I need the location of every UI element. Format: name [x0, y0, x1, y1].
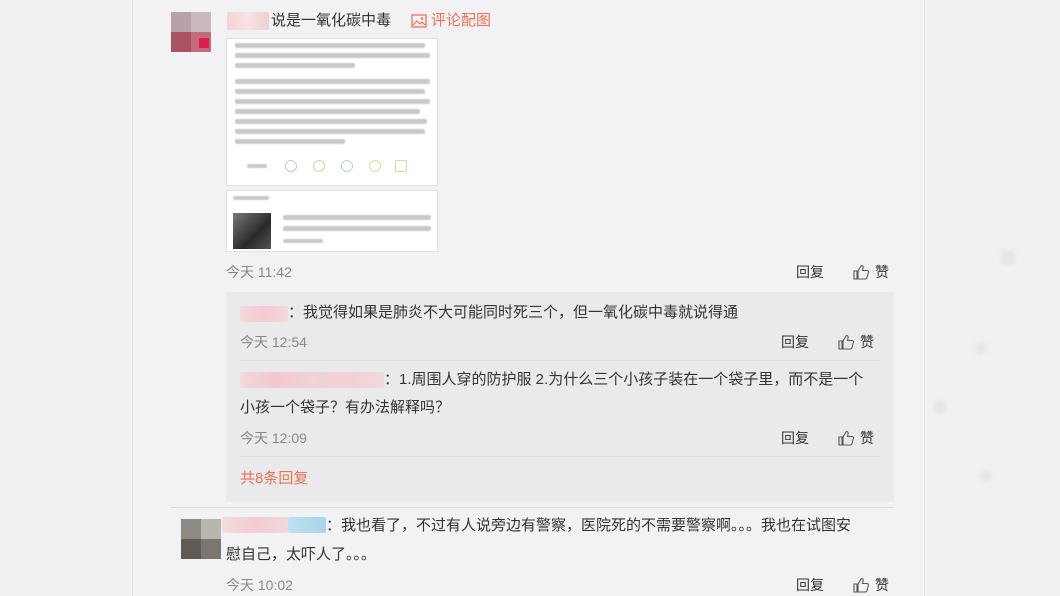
page-background-left: [0, 0, 132, 596]
comment-time: 今天 10:02: [226, 577, 293, 593]
reply-time: 今天 12:54: [240, 334, 307, 350]
reply-button[interactable]: 回复: [781, 428, 809, 448]
related-article-thumbnail: [233, 213, 271, 249]
reply-text: ：我觉得如果是肺炎不大可能同时死三个，但一氧化碳中毒就说得通: [288, 304, 739, 321]
thumbs-up-icon: [853, 265, 870, 280]
like-label: 赞: [875, 264, 889, 280]
username-blurred[interactable]: [240, 372, 384, 388]
reply-button[interactable]: 回复: [796, 262, 824, 282]
thumbs-up-icon: [838, 335, 855, 350]
reply-list: ：我觉得如果是肺炎不大可能同时死三个，但一氧化碳中毒就说得通 今天 12:54 …: [226, 292, 894, 502]
reply-button[interactable]: 回复: [781, 332, 809, 352]
comment-text: ：我也看了，不过有人说旁边有警察，医院死的不需要警察啊。。。我也在试图安: [326, 517, 852, 534]
comment-text-continued: 慰自己，太吓人了。。。: [226, 546, 377, 563]
like-button[interactable]: 赞: [838, 428, 874, 448]
thumbs-up-icon: [838, 431, 855, 446]
divider: [171, 507, 894, 508]
reply-text-continued: 小孩一个袋子？有办法解释吗？: [240, 399, 451, 416]
divider: [240, 456, 880, 457]
like-button[interactable]: 赞: [853, 575, 889, 595]
image-link[interactable]: 评论配图: [411, 11, 491, 31]
reply-text: ：1.周围人穿的防护服 2.为什么三个小孩子装在一个袋子里，而不是一个: [384, 371, 864, 388]
like-button[interactable]: 赞: [838, 332, 874, 352]
like-label: 赞: [860, 430, 874, 446]
page-background-right: [925, 0, 1060, 596]
reply-button[interactable]: 回复: [796, 575, 824, 595]
like-label: 赞: [875, 577, 889, 593]
comment-panel: 说是一氧化碳中毒 评论配图 今天 11:42 回复 赞 ：我觉得如果是肺炎不大可…: [132, 0, 925, 596]
image-link-label: 评论配图: [431, 12, 492, 29]
comment-image[interactable]: [226, 38, 438, 186]
divider: [240, 360, 880, 361]
username-blurred[interactable]: [222, 517, 288, 533]
reply-time: 今天 12:09: [240, 430, 307, 446]
like-label: 赞: [860, 334, 874, 350]
thumbs-up-icon: [853, 578, 870, 593]
avatar[interactable]: [181, 519, 221, 559]
username-blurred[interactable]: [240, 306, 288, 322]
avatar[interactable]: [171, 12, 211, 52]
comment-time: 今天 11:42: [226, 264, 292, 280]
username-badge-blurred: [288, 517, 326, 533]
comment-text: 说是一氧化碳中毒: [271, 12, 392, 29]
image-icon: [411, 14, 427, 28]
like-button[interactable]: 赞: [853, 262, 889, 282]
related-article-card[interactable]: [226, 190, 438, 252]
username-blurred[interactable]: [227, 12, 269, 30]
more-replies-link[interactable]: 共8条回复: [240, 469, 308, 489]
